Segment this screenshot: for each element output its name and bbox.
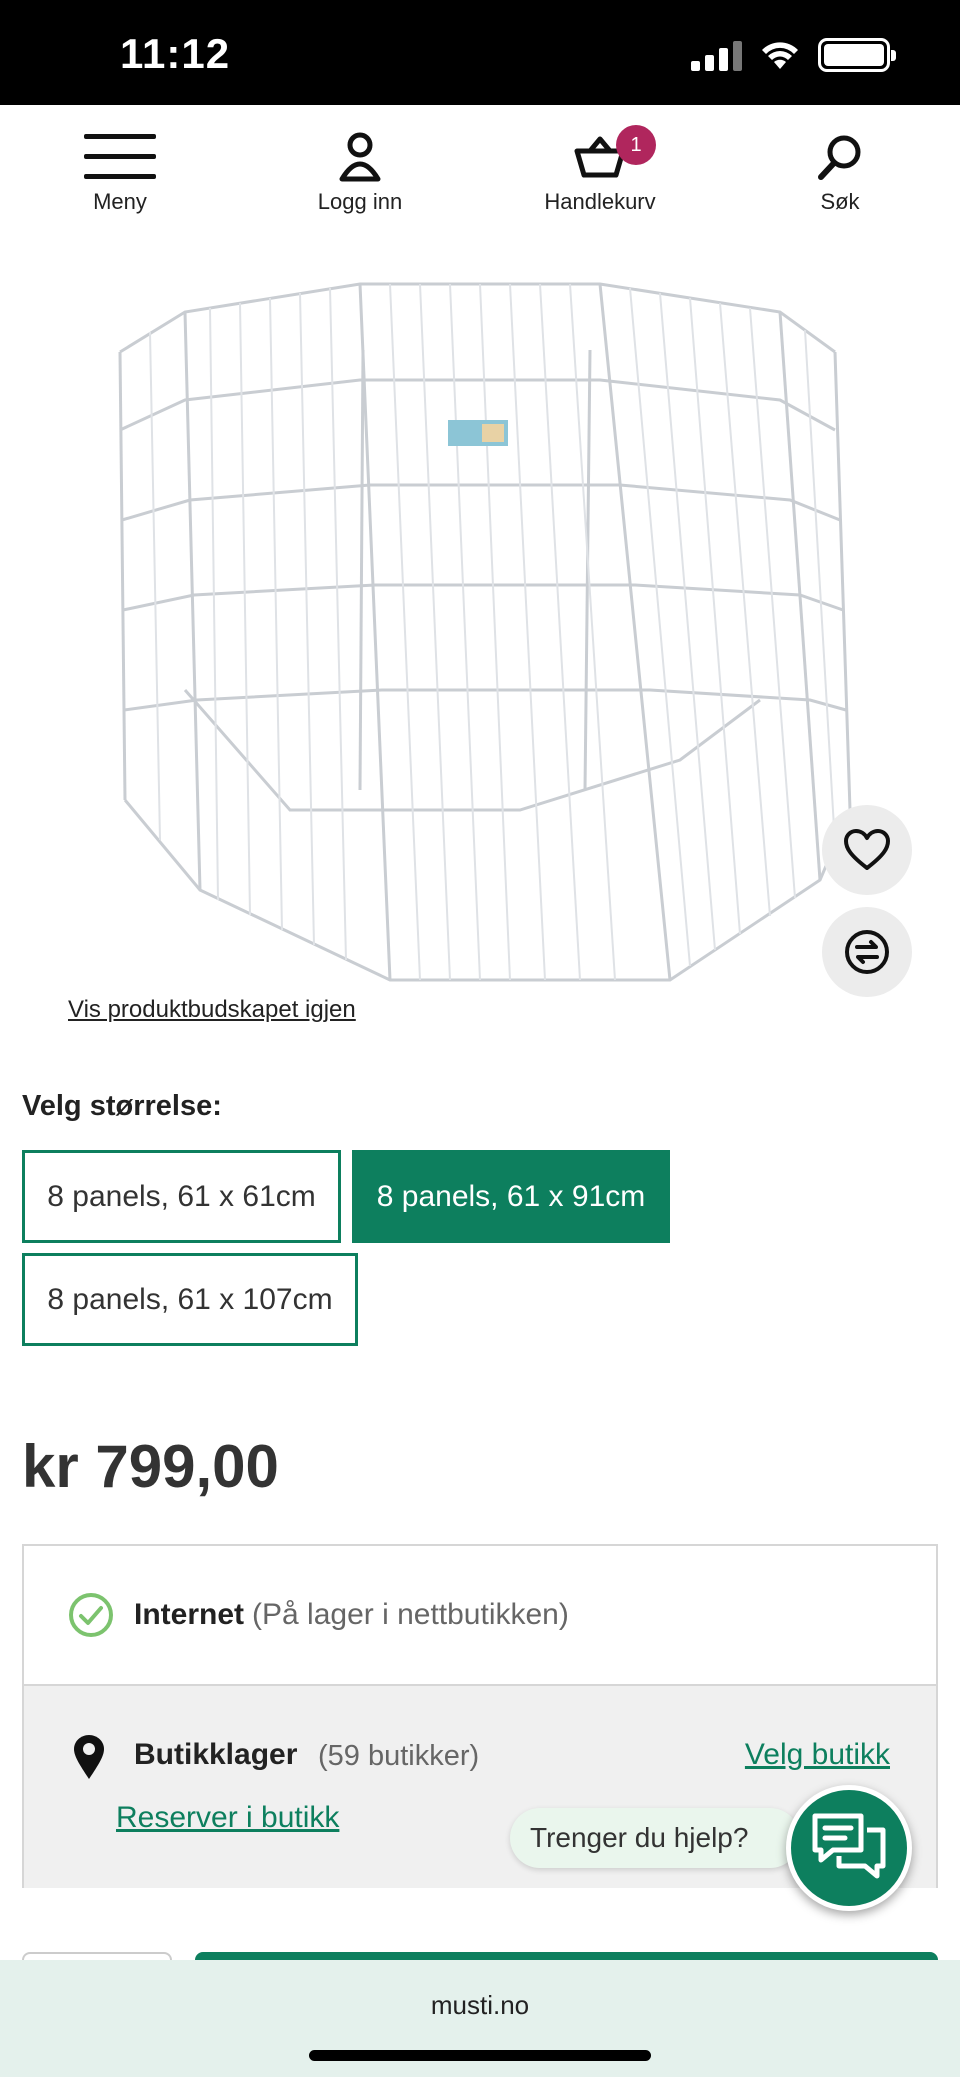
user-icon <box>338 129 382 185</box>
status-time: 11:12 <box>120 30 231 77</box>
cart-count-badge: 1 <box>616 125 656 165</box>
login-label: Logg inn <box>317 189 403 214</box>
favorite-button[interactable] <box>822 805 912 895</box>
search-label: Søk <box>820 189 860 214</box>
heart-icon <box>844 829 890 870</box>
online-stock-row: Internet (På lager i nettbutikken) <box>24 1546 936 1686</box>
cart-label: Handlekurv <box>544 189 656 214</box>
wifi-icon <box>762 42 798 69</box>
compare-arrows-icon <box>845 930 889 974</box>
status-icons <box>691 38 896 72</box>
browser-url[interactable]: musti.no <box>0 1990 960 2021</box>
compare-button[interactable] <box>822 907 912 997</box>
store-stock-title: Butikklager <box>134 1738 298 1771</box>
search-icon <box>816 129 864 185</box>
browser-address-bar[interactable]: musti.no <box>0 1960 960 2077</box>
chat-bubbles-icon <box>812 1813 886 1879</box>
hamburger-menu-icon <box>84 129 156 185</box>
search-button[interactable]: Søk <box>720 105 960 235</box>
show-product-message-link[interactable]: Vis produktbudskapet igjen <box>68 996 356 1024</box>
select-store-link[interactable]: Velg butikk <box>745 1738 890 1772</box>
size-option-61x91[interactable]: 8 panels, 61 x 91cm <box>352 1150 670 1243</box>
status-bar: 11:12 <box>0 0 960 105</box>
home-indicator[interactable] <box>309 2050 651 2061</box>
reserve-in-store-link[interactable]: Reserver i butikk <box>116 1801 339 1835</box>
help-bubble[interactable]: Trenger du hjelp? <box>510 1808 800 1868</box>
product-image <box>118 282 852 982</box>
size-option-61x107[interactable]: 8 panels, 61 x 107cm <box>22 1253 358 1346</box>
check-circle-icon <box>69 1593 113 1637</box>
store-count: (59 butikker) <box>318 1740 480 1772</box>
battery-icon <box>818 38 896 72</box>
size-option-61x61[interactable]: 8 panels, 61 x 61cm <box>22 1150 341 1243</box>
cellular-signal-icon <box>691 39 742 71</box>
location-pin-icon <box>74 1735 104 1779</box>
menu-label: Meny <box>93 189 147 214</box>
login-button[interactable]: Logg inn <box>240 105 480 235</box>
cart-button[interactable]: 1 Handlekurv <box>480 105 720 235</box>
online-stock-title: Internet <box>134 1598 245 1631</box>
online-stock-status: (På lager i nettbutikken) <box>252 1598 569 1631</box>
chat-button[interactable] <box>786 1785 912 1911</box>
size-selector-title: Velg størrelse: <box>22 1090 222 1122</box>
product-price: kr 799,00 <box>22 1433 279 1500</box>
menu-button[interactable]: Meny <box>0 105 240 235</box>
top-nav: Meny Logg inn 1 Handlekurv Søk <box>0 105 960 235</box>
